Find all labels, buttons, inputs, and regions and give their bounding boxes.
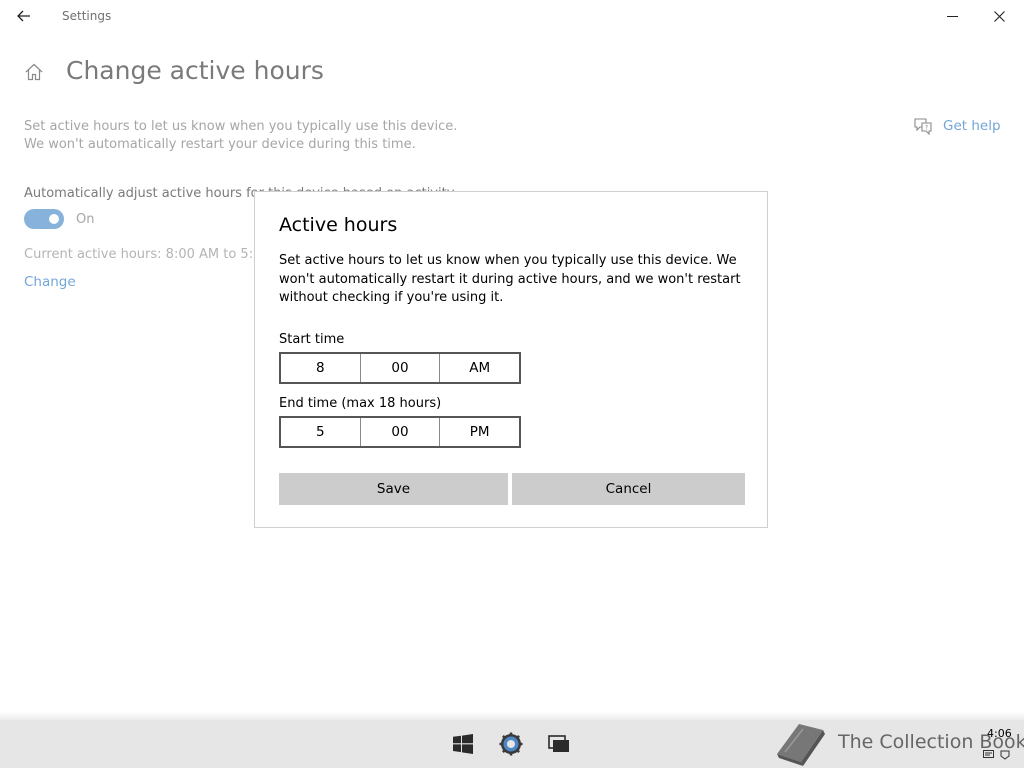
settings-taskbar-button[interactable] [499, 732, 523, 756]
toggle-state-label: On [76, 212, 95, 227]
change-link[interactable]: Change [24, 274, 76, 290]
minimize-button[interactable] [929, 0, 975, 32]
end-time-label: End time (max 18 hours) [279, 396, 442, 411]
chat-help-icon: ? [914, 118, 932, 135]
page-title: Change active hours [66, 56, 324, 85]
get-help-link[interactable]: ? Get help [913, 117, 1001, 135]
active-hours-dialog: Active hours Set active hours to let us … [254, 191, 768, 528]
auto-adjust-toggle[interactable] [24, 209, 64, 229]
end-hour[interactable]: 5 [281, 418, 360, 446]
app-title: Settings [62, 9, 112, 23]
close-icon [993, 10, 1005, 22]
system-tray [983, 750, 1010, 760]
clock-time[interactable]: 4:06 [987, 727, 1012, 740]
end-minute[interactable]: 00 [359, 418, 440, 446]
dialog-description: Set active hours to let us know when you… [279, 253, 741, 305]
home-icon [25, 63, 43, 81]
get-help-label: Get help [943, 118, 1001, 134]
task-view-icon [548, 735, 569, 752]
windows-start-icon [453, 734, 473, 754]
start-button[interactable] [451, 732, 475, 756]
dialog-title: Active hours [279, 214, 398, 236]
notification-icon[interactable] [983, 750, 994, 760]
end-time-picker[interactable]: 5 00 PM [279, 416, 521, 448]
taskbar-shadow [0, 712, 1024, 720]
current-active-hours: Current active hours: 8:00 AM to 5:00 PM [24, 247, 293, 262]
start-time-label: Start time [279, 332, 345, 347]
toggle-knob [49, 214, 59, 224]
end-period[interactable]: PM [439, 418, 519, 446]
svg-text:?: ? [925, 125, 928, 132]
title-bar: Settings [0, 0, 1024, 32]
tray-status-icon[interactable] [1000, 750, 1010, 760]
back-button[interactable] [8, 2, 40, 30]
save-button[interactable]: Save [279, 473, 508, 505]
start-minute[interactable]: 00 [359, 354, 440, 382]
close-button[interactable] [976, 0, 1022, 32]
back-arrow-icon [17, 10, 30, 22]
start-period[interactable]: AM [439, 354, 519, 382]
cancel-button[interactable]: Cancel [512, 473, 745, 505]
home-button[interactable] [24, 62, 44, 82]
page-description: Set active hours to let us know when you… [24, 119, 458, 152]
start-hour[interactable]: 8 [281, 354, 360, 382]
settings-gear-icon [499, 732, 523, 756]
start-time-picker[interactable]: 8 00 AM [279, 352, 521, 384]
minimize-icon [946, 15, 958, 17]
task-view-button[interactable] [547, 732, 571, 756]
book-logo-icon [777, 724, 825, 766]
